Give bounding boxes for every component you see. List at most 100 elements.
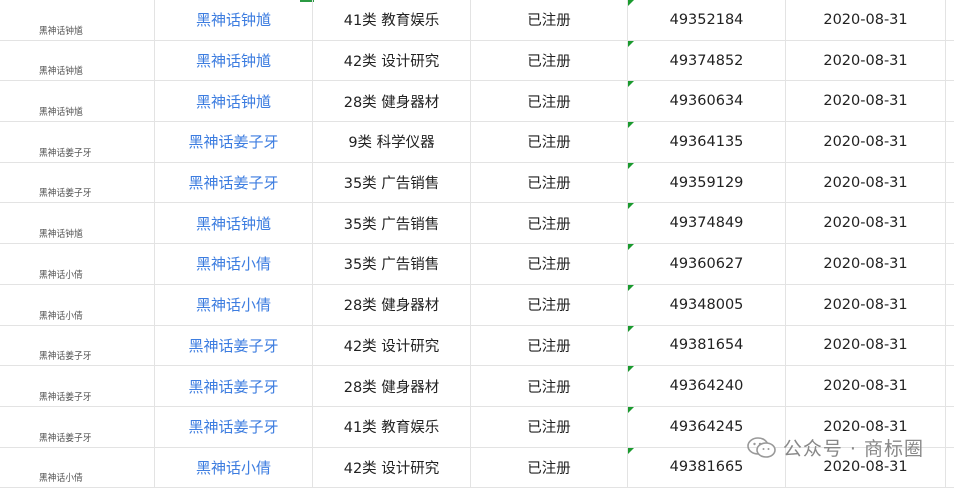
trademark-image-cell[interactable]: 黑神话姜子牙	[0, 366, 155, 406]
trademark-image-cell[interactable]: 黑神话姜子牙	[0, 122, 155, 162]
application-date-text: 2020-08-31	[823, 174, 908, 191]
blank-cell[interactable]	[946, 0, 954, 40]
table-row: 黑神话钟馗 黑神话钟馗 35类 广告销售 已注册 49374849 2020-08-31	[0, 203, 954, 245]
application-date-cell[interactable]: 2020-08-31	[786, 203, 946, 244]
status-cell[interactable]: 已注册	[471, 406, 628, 447]
status-text: 已注册	[527, 460, 571, 477]
brand-name-cell[interactable]: 黑神话钟馗	[155, 40, 313, 81]
brand-name-cell[interactable]: 黑神话姜子牙	[155, 325, 313, 366]
application-date-cell[interactable]: 2020-08-31	[786, 366, 946, 406]
brand-name-cell[interactable]: 黑神话姜子牙	[155, 406, 313, 447]
status-cell[interactable]: 已注册	[471, 122, 628, 162]
application-date-cell[interactable]: 2020-08-31	[786, 244, 946, 284]
blank-cell[interactable]	[946, 366, 954, 406]
trademark-image-cell[interactable]: 黑神话姜子牙	[0, 325, 155, 366]
status-cell[interactable]: 已注册	[471, 40, 628, 81]
blank-cell[interactable]	[946, 407, 954, 447]
application-date-text: 2020-08-31	[823, 296, 908, 313]
registration-number-cell[interactable]: 49374849	[628, 203, 786, 244]
class-text: 9类 科学仪器	[348, 135, 435, 152]
registration-number-cell[interactable]: 49352184	[628, 0, 786, 40]
status-cell[interactable]: 已注册	[471, 81, 628, 122]
class-cell[interactable]: 42类 设计研究	[313, 40, 471, 81]
registration-number-cell[interactable]: 49364240	[628, 366, 786, 406]
application-date-cell[interactable]: 2020-08-31	[786, 325, 946, 366]
status-cell[interactable]: 已注册	[471, 447, 628, 488]
table-row: 黑神话姜子牙 黑神话姜子牙 9类 科学仪器 已注册 49364135 2020-08-31	[0, 122, 954, 163]
trademark-image-cell[interactable]: 黑神话钟馗	[0, 0, 155, 40]
blank-cell[interactable]	[946, 285, 954, 325]
registration-number-text: 49381654	[669, 337, 744, 354]
trademark-image-cell[interactable]: 黑神话小倩	[0, 284, 155, 325]
class-cell[interactable]: 28类 健身器材	[313, 284, 471, 325]
brand-name-cell[interactable]: 黑神话小倩	[155, 284, 313, 325]
application-date-cell[interactable]: 2020-08-31	[786, 162, 946, 203]
registration-number-cell[interactable]: 49348005	[628, 284, 786, 325]
status-cell[interactable]: 已注册	[471, 0, 628, 40]
class-cell[interactable]: 41类 教育娱乐	[313, 0, 471, 40]
class-cell[interactable]: 35类 广告销售	[313, 162, 471, 203]
class-cell[interactable]: 41类 教育娱乐	[313, 406, 471, 447]
status-cell[interactable]: 已注册	[471, 203, 628, 244]
blank-cell[interactable]	[946, 41, 954, 81]
status-cell[interactable]: 已注册	[471, 162, 628, 203]
watermark-text: 公众号 · 商标圈	[782, 438, 924, 460]
application-date-cell[interactable]: 2020-08-31	[786, 40, 946, 81]
registration-number-cell[interactable]: 49381654	[628, 325, 786, 366]
trademark-image-text: 黑神话姜子牙	[39, 188, 92, 200]
table-row: 黑神话钟馗 黑神话钟馗 41类 教育娱乐 已注册 49352184 2020-08-31	[0, 0, 954, 41]
brand-name-cell[interactable]: 黑神话姜子牙	[155, 162, 313, 203]
table-row: 黑神话钟馗 黑神话钟馗 42类 设计研究 已注册 49374852 2020-08-31	[0, 40, 954, 82]
trademark-image-cell[interactable]: 黑神话姜子牙	[0, 162, 155, 203]
application-date-cell[interactable]: 2020-08-31	[786, 284, 946, 325]
blank-cell[interactable]	[946, 163, 954, 203]
blank-cell[interactable]	[946, 122, 954, 162]
class-cell[interactable]: 35类 广告销售	[313, 203, 471, 244]
registration-number-cell[interactable]: 49374852	[628, 40, 786, 81]
blank-cell[interactable]	[946, 203, 954, 243]
blank-cell[interactable]	[946, 244, 954, 284]
application-date-cell[interactable]: 2020-08-31	[786, 122, 946, 162]
blank-cell[interactable]	[946, 326, 954, 366]
status-cell[interactable]: 已注册	[471, 366, 628, 406]
brand-name-text: 黑神话姜子牙	[188, 377, 279, 396]
registration-number-cell[interactable]: 49364135	[628, 122, 786, 162]
brand-name-cell[interactable]: 黑神话小倩	[155, 244, 313, 284]
trademark-table: 黑神话钟馗 黑神话钟馗 41类 教育娱乐 已注册 49352184 2020-08-31 黑…	[0, 0, 954, 488]
registration-number-cell[interactable]: 49359129	[628, 162, 786, 203]
status-cell[interactable]: 已注册	[471, 284, 628, 325]
class-text: 35类 广告销售	[343, 216, 440, 233]
application-date-cell[interactable]: 2020-08-31	[786, 0, 946, 40]
trademark-image-cell[interactable]: 黑神话钟馗	[0, 40, 155, 81]
registration-number-cell[interactable]: 49360627	[628, 244, 786, 284]
cell-comment-marker	[628, 162, 634, 169]
status-cell[interactable]: 已注册	[471, 325, 628, 366]
class-cell[interactable]: 42类 设计研究	[313, 447, 471, 488]
class-cell[interactable]: 28类 健身器材	[313, 81, 471, 122]
application-date-text: 2020-08-31	[823, 255, 908, 272]
brand-name-cell[interactable]: 黑神话姜子牙	[155, 366, 313, 406]
trademark-image-cell[interactable]: 黑神话钟馗	[0, 203, 155, 244]
class-cell[interactable]: 28类 健身器材	[313, 366, 471, 406]
trademark-image-cell[interactable]: 黑神话钟馗	[0, 81, 155, 122]
blank-cell[interactable]	[946, 448, 954, 488]
brand-name-cell[interactable]: 黑神话钟馗	[155, 203, 313, 244]
status-cell[interactable]: 已注册	[471, 244, 628, 284]
class-cell[interactable]: 42类 设计研究	[313, 325, 471, 366]
class-cell[interactable]: 35类 广告销售	[313, 244, 471, 284]
registration-number-cell[interactable]: 49360634	[628, 81, 786, 122]
blank-cell[interactable]	[946, 81, 954, 121]
class-cell[interactable]: 9类 科学仪器	[313, 122, 471, 162]
application-date-cell[interactable]: 2020-08-31	[786, 81, 946, 122]
trademark-image-cell[interactable]: 黑神话小倩	[0, 244, 155, 284]
status-text: 已注册	[527, 298, 571, 315]
brand-name-cell[interactable]: 黑神话小倩	[155, 447, 313, 488]
application-date-text: 2020-08-31	[823, 11, 908, 28]
trademark-image-cell[interactable]: 黑神话姜子牙	[0, 406, 155, 447]
brand-name-cell[interactable]: 黑神话钟馗	[155, 0, 313, 40]
trademark-image-text: 黑神话小倩	[39, 473, 83, 485]
trademark-image-cell[interactable]: 黑神话小倩	[0, 447, 155, 488]
brand-name-cell[interactable]: 黑神话钟馗	[155, 81, 313, 122]
cell-comment-marker	[628, 81, 634, 88]
brand-name-cell[interactable]: 黑神话姜子牙	[155, 122, 313, 162]
